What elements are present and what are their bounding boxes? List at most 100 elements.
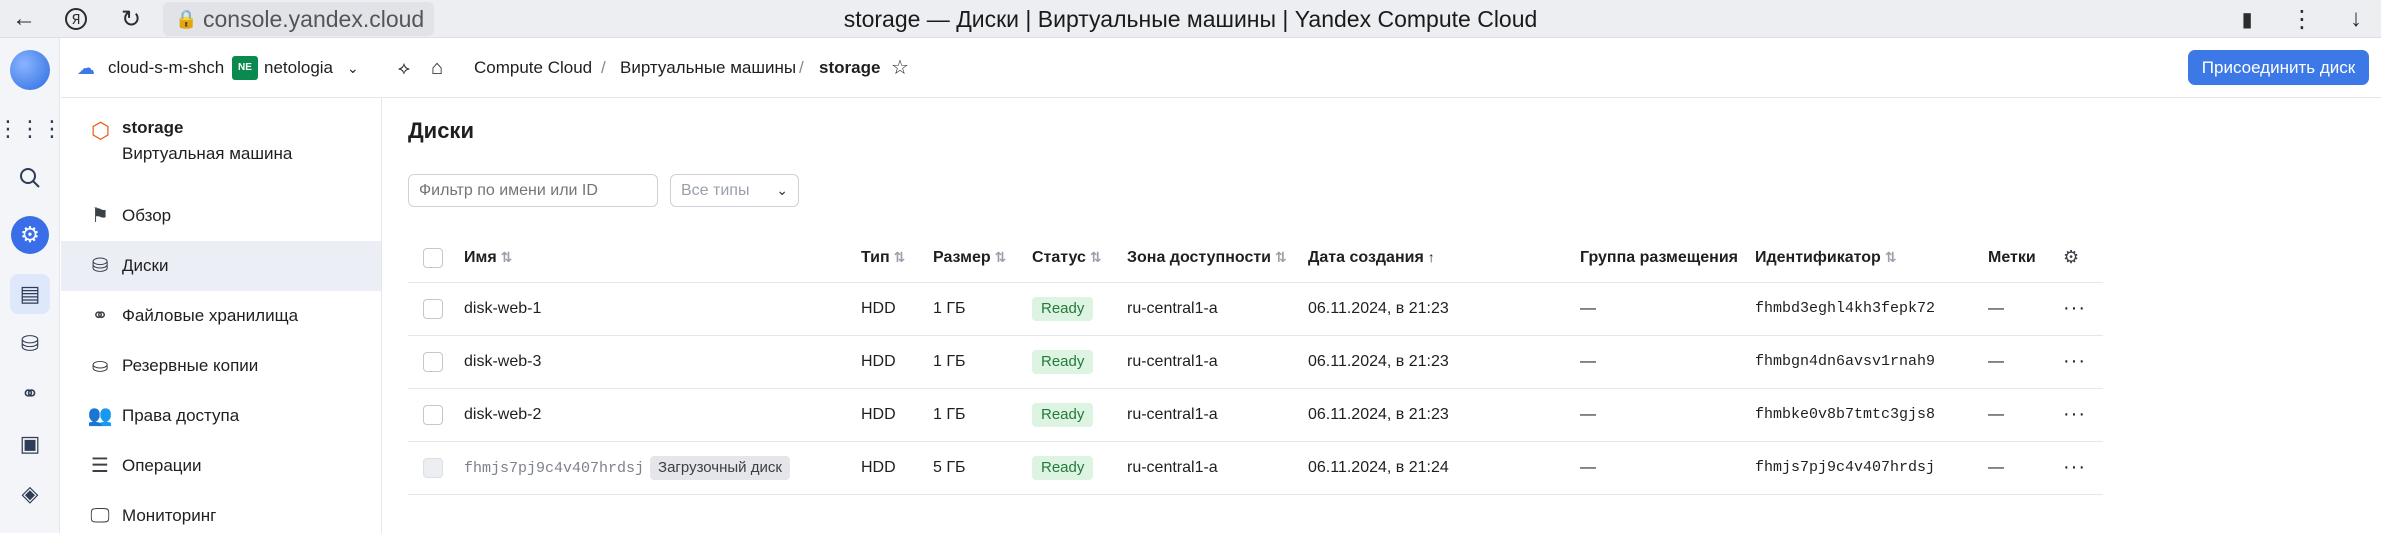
disk-id[interactable]: fhmbgn4dn6avsv1rnah9: [1755, 335, 1988, 389]
monitor-icon: 🖵: [90, 505, 110, 527]
disk-id[interactable]: fhmbd3eghl4kh3fepk72: [1755, 282, 1988, 336]
disk-placement: —: [1580, 388, 1755, 442]
sidebar-item-label: Резервные копии: [122, 356, 259, 375]
vm-sidebar: ⬡ storage Виртуальная машина ⚑ Обзор ⛁ Д…: [61, 98, 382, 533]
table-row[interactable]: disk-web-3 HDD 1 ГБ Ready ru-central1-a …: [408, 335, 2103, 389]
cloud-icon: ☁: [77, 58, 95, 78]
yandex-cloud-logo-icon[interactable]: [10, 50, 50, 90]
services-grid-icon[interactable]: ⋮⋮⋮: [0, 109, 63, 149]
table-row[interactable]: disk-web-2 HDD 1 ГБ Ready ru-central1-a …: [408, 388, 2103, 442]
address-bar-url: console.yandex.cloud: [203, 6, 425, 32]
disk-size: 1 ГБ: [933, 282, 1032, 336]
sort-icon: ⇅: [1884, 248, 1897, 265]
select-all-checkbox[interactable]: [423, 247, 443, 268]
disk-type: HDD: [861, 441, 933, 495]
reload-icon[interactable]: ↻: [115, 3, 147, 35]
column-labels: Метки: [1988, 234, 2063, 283]
more-actions-icon[interactable]: ···: [2063, 441, 2103, 495]
address-bar[interactable]: 🔒 console.yandex.cloud: [163, 2, 435, 36]
disk-labels: —: [1988, 441, 2063, 495]
breadcrumb-separator: /: [601, 58, 606, 77]
disks-table: Имя ⇅ Тип ⇅ Размер ⇅ Статус ⇅ Зона доступнос…: [408, 234, 2103, 495]
bookmark-icon[interactable]: ▮: [2231, 3, 2263, 35]
column-zone[interactable]: Зона доступности ⇅: [1127, 234, 1308, 283]
sort-ascending-icon: ↑: [1427, 248, 1435, 265]
sidebar-item-monitoring[interactable]: 🖵 Мониторинг: [61, 491, 381, 533]
list-icon: ☰: [91, 455, 109, 477]
disk-id[interactable]: fhmbke0v8b7tmtc3gjs8: [1755, 388, 1988, 442]
sidebar-item-label: Права доступа: [122, 406, 240, 425]
page-title: Диски: [408, 118, 474, 143]
sidebar-item-operations[interactable]: ☰ Операции: [61, 441, 381, 491]
network-icon[interactable]: ⟡: [398, 38, 410, 98]
image-icon[interactable]: ▣: [10, 424, 50, 464]
sidebar-item-label: Обзор: [122, 206, 172, 225]
boot-disk-badge: Загрузочный диск: [650, 455, 790, 480]
more-actions-icon[interactable]: ···: [2063, 388, 2103, 442]
more-actions-icon[interactable]: ···: [2063, 282, 2103, 336]
type-select[interactable]: Все типы ⌄: [670, 174, 799, 207]
breadcrumb-vms[interactable]: Виртуальные машины: [620, 38, 796, 98]
row-checkbox[interactable]: [423, 351, 443, 372]
chevron-down-icon: ⌄: [776, 182, 788, 198]
disk-name[interactable]: disk-web-2: [464, 388, 861, 442]
table-row[interactable]: disk-web-1 HDD 1 ГБ Ready ru-central1-a …: [408, 282, 2103, 336]
status-badge: Ready: [1032, 402, 1094, 427]
sidebar-item-backups[interactable]: ⛀ Резервные копии: [61, 341, 381, 391]
star-icon[interactable]: ☆: [891, 38, 909, 98]
column-size[interactable]: Размер ⇅: [933, 234, 1032, 283]
disk-zone: ru-central1-a: [1127, 282, 1308, 336]
flag-icon: ⚑: [91, 205, 109, 227]
disk-icon: ⛁: [91, 255, 109, 277]
disk-placement: —: [1580, 335, 1755, 389]
cloud-name[interactable]: cloud-s-m-shch: [108, 38, 224, 98]
disk-type: HDD: [861, 335, 933, 389]
menu-icon[interactable]: ⋮: [2286, 3, 2318, 35]
yandex-browser-icon[interactable]: Я: [60, 3, 92, 35]
main-content: Диски Все типы ⌄ Имя⇅ Тип⇅ Размер⇅ Стату…: [382, 98, 2381, 533]
vm-name: storage: [122, 118, 184, 137]
layers-icon[interactable]: ◈: [10, 474, 50, 514]
compute-gear-icon[interactable]: ⚙: [10, 215, 50, 255]
breadcrumb-compute-cloud[interactable]: Compute Cloud: [474, 38, 592, 98]
share-icon[interactable]: ⚭: [10, 374, 50, 414]
column-status[interactable]: Статус ⇅: [1032, 234, 1127, 283]
disk-name[interactable]: fhmjs7pj9c4v407hrdsj: [464, 460, 644, 477]
row-checkbox[interactable]: [423, 298, 443, 319]
disk-size: 5 ГБ: [933, 441, 1032, 495]
column-id[interactable]: Идентификатор ⇅: [1755, 234, 1988, 283]
users-icon: 👥: [87, 405, 113, 427]
search-icon[interactable]: [10, 158, 50, 198]
status-badge: Ready: [1032, 455, 1094, 480]
sidebar-item-access[interactable]: 👥 Права доступа: [61, 391, 381, 441]
sidebar-item-disks[interactable]: ⛁ Диски: [61, 241, 381, 291]
disk-icon[interactable]: ⛁: [10, 324, 50, 364]
app-rail: ⋮⋮⋮ ⚙ ▤ ⛁ ⚭ ▣ ◈: [0, 38, 63, 533]
filter-input[interactable]: [408, 174, 658, 207]
back-arrow-icon[interactable]: ←: [8, 3, 40, 35]
sidebar-item-overview[interactable]: ⚑ Обзор: [61, 191, 381, 241]
disk-zone: ru-central1-a: [1127, 441, 1308, 495]
table-settings-icon[interactable]: ⚙: [2063, 234, 2103, 283]
disk-name[interactable]: disk-web-3: [464, 335, 861, 389]
disk-labels: —: [1988, 335, 2063, 389]
vm-type: Виртуальная машина: [122, 144, 293, 163]
column-created[interactable]: Дата создания ↑: [1308, 234, 1580, 283]
attach-disk-button[interactable]: Присоединить диск: [2188, 50, 2369, 85]
chevron-down-icon[interactable]: ⌄: [347, 38, 359, 98]
disk-created: 06.11.2024, в 21:23: [1308, 388, 1580, 442]
column-type[interactable]: Тип ⇅: [861, 234, 933, 283]
download-icon[interactable]: ↓: [2340, 3, 2372, 35]
folder-name[interactable]: netologia: [264, 38, 333, 98]
disk-name[interactable]: disk-web-1: [464, 282, 861, 336]
more-actions-icon[interactable]: ···: [2063, 335, 2103, 389]
vm-list-icon[interactable]: ▤: [10, 274, 50, 314]
row-checkbox[interactable]: [423, 404, 443, 425]
folder-badge: NE: [232, 56, 258, 80]
sidebar-item-file-storage[interactable]: ⚭ Файловые хранилища: [61, 291, 381, 341]
share-icon: ⚭: [91, 305, 109, 327]
disk-id[interactable]: fhmjs7pj9c4v407hrdsj: [1755, 441, 1988, 495]
home-icon[interactable]: ⌂: [431, 38, 443, 98]
table-row[interactable]: fhmjs7pj9c4v407hrdsj Загрузочный диск HDD…: [408, 441, 2103, 495]
column-name[interactable]: Имя ⇅: [464, 234, 861, 283]
